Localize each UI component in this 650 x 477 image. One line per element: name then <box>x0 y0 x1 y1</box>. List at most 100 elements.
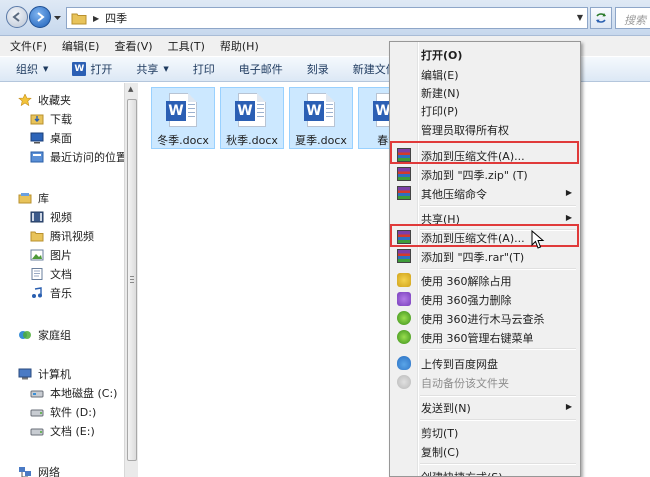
highlight-box <box>390 224 579 247</box>
menu-item-label: 使用 360管理右键菜单 <box>421 332 534 345</box>
360-shredder-icon <box>397 292 411 306</box>
menu-item-label: 打印(P) <box>421 105 459 118</box>
sidebar-item-recent[interactable]: 最近访问的位置 <box>0 148 124 166</box>
menu-item-label: 其他压缩命令 <box>421 188 487 201</box>
sidebar-item-videos[interactable]: 视频 <box>0 208 72 226</box>
share-button[interactable]: 共享 ▼ <box>136 61 168 77</box>
menu-item-open[interactable]: 打开(O) <box>392 44 578 64</box>
menu-item-360-force-delete[interactable]: 使用 360强力删除 <box>392 289 578 309</box>
sidebar-item-label: 本地磁盘 (C:) <box>50 387 118 400</box>
sidebar-item-tencent-video[interactable]: 腾讯视频 <box>0 227 94 245</box>
search-input[interactable]: 搜索 <box>615 7 650 29</box>
open-label: 打开 <box>90 63 113 76</box>
picture-icon <box>30 249 44 261</box>
360-security-icon <box>397 311 411 325</box>
menu-item-copy[interactable]: 复制(C) <box>392 441 578 461</box>
sidebar-item-downloads[interactable]: 下载 <box>0 110 72 128</box>
sidebar-computer[interactable]: 计算机 <box>0 365 71 383</box>
file-item[interactable]: W 夏季.docx <box>289 87 353 149</box>
arrow-left-icon <box>12 12 20 22</box>
sidebar-item-documents[interactable]: 文档 <box>0 265 72 283</box>
mouse-cursor-icon <box>531 230 545 249</box>
winrar-icon <box>397 249 411 263</box>
history-dropdown-icon[interactable] <box>53 13 62 22</box>
email-button[interactable]: 电子邮件 <box>239 61 283 77</box>
print-button[interactable]: 打印 <box>193 61 215 77</box>
menu-item-take-ownership[interactable]: 管理员取得所有权 <box>392 119 578 139</box>
menu-item-print[interactable]: 打印(P) <box>392 100 578 120</box>
download-folder-icon <box>30 113 44 125</box>
word-document-icon: W <box>304 93 335 127</box>
burn-button[interactable]: 刻录 <box>307 61 329 77</box>
sidebar-item-label: 桌面 <box>50 132 72 145</box>
360-unlock-icon <box>397 273 411 287</box>
sidebar-libraries-label: 库 <box>38 192 49 205</box>
breadcrumb-current[interactable]: 四季 <box>105 10 127 26</box>
menu-item-new[interactable]: 新建(N) <box>392 82 578 102</box>
menu-item-360-trojan-scan[interactable]: 使用 360进行木马云查杀 <box>392 308 578 328</box>
360-security-icon <box>397 330 411 344</box>
sidebar-item-drive-c[interactable]: 本地磁盘 (C:) <box>0 384 117 402</box>
sidebar-item-label: 软件 (D:) <box>50 406 97 419</box>
winrar-icon <box>397 167 411 181</box>
menu-item-360-unlock[interactable]: 使用 360解除占用 <box>392 270 578 290</box>
sidebar-libraries[interactable]: 库 <box>0 189 49 207</box>
computer-icon <box>18 368 32 380</box>
back-button[interactable] <box>6 6 28 28</box>
sidebar-item-drive-d[interactable]: 软件 (D:) <box>0 403 96 421</box>
menu-edit[interactable]: 编辑(E) <box>62 38 100 54</box>
sidebar-item-desktop[interactable]: 桌面 <box>0 129 72 147</box>
arrow-right-icon <box>37 12 45 22</box>
menu-item-create-shortcut[interactable]: 创建快捷方式(S) <box>392 466 578 476</box>
sidebar-item-label: 腾讯视频 <box>50 230 94 243</box>
menu-item-add-to-rar[interactable]: 添加到 "四季.rar"(T) <box>392 246 578 266</box>
menu-file[interactable]: 文件(F) <box>10 38 47 54</box>
submenu-arrow-icon: ▶ <box>565 402 572 411</box>
sidebar-item-drive-e[interactable]: 文档 (E:) <box>0 422 95 440</box>
backup-cloud-icon <box>397 375 411 389</box>
file-item[interactable]: W 冬季.docx <box>151 87 215 149</box>
document-icon <box>30 268 44 280</box>
sidebar-scrollbar[interactable]: ▲ <box>124 83 138 477</box>
refresh-button[interactable] <box>590 7 612 29</box>
menu-item-cut[interactable]: 剪切(T) <box>392 422 578 442</box>
sidebar-network[interactable]: 网络 <box>0 463 60 477</box>
menu-item-360-manage-menu[interactable]: 使用 360管理右键菜单 <box>392 327 578 347</box>
sidebar-favorites[interactable]: 收藏夹 <box>0 91 71 109</box>
forward-button[interactable] <box>29 6 51 28</box>
menu-item-send-to[interactable]: 发送到(N) ▶ <box>392 397 578 417</box>
sidebar-item-pictures[interactable]: 图片 <box>0 246 72 264</box>
sidebar-item-label: 音乐 <box>50 287 72 300</box>
homegroup-icon <box>18 329 32 341</box>
menu-item-label: 管理员取得所有权 <box>421 124 509 137</box>
open-button[interactable]: W 打开 <box>72 61 112 77</box>
sidebar-homegroup[interactable]: 家庭组 <box>0 326 71 344</box>
breadcrumb-separator-icon[interactable]: ▶ <box>93 14 99 23</box>
submenu-arrow-icon: ▶ <box>565 188 572 197</box>
menu-item-label: 复制(C) <box>421 446 460 459</box>
winrar-icon <box>397 186 411 200</box>
menu-view[interactable]: 查看(V) <box>114 38 152 54</box>
menu-item-label: 发送到(N) <box>421 402 471 415</box>
file-name: 秋季.docx <box>226 134 278 147</box>
menu-item-edit[interactable]: 编辑(E) <box>392 64 578 84</box>
address-dropdown-icon[interactable]: ▼ <box>577 13 583 22</box>
menu-item-other-compress[interactable]: 其他压缩命令 ▶ <box>392 183 578 203</box>
file-item[interactable]: W 秋季.docx <box>220 87 284 149</box>
hard-drive-icon <box>30 406 44 418</box>
organize-button[interactable]: 组织 ▼ <box>16 61 48 77</box>
menu-item-upload-baidu[interactable]: 上传到百度网盘 <box>392 353 578 373</box>
menu-item-add-to-zip[interactable]: 添加到 "四季.zip" (T) <box>392 164 578 184</box>
word-document-icon: W <box>235 93 266 127</box>
hard-drive-icon <box>30 387 44 399</box>
context-menu: 打开(O) 编辑(E) 新建(N) 打印(P) 管理员取得所有权 添加到压缩文件… <box>389 41 581 477</box>
menu-help[interactable]: 帮助(H) <box>220 38 259 54</box>
word-document-icon: W <box>166 93 197 127</box>
scroll-up-icon[interactable]: ▲ <box>128 85 133 93</box>
address-box[interactable]: ▶ 四季 ▼ <box>66 7 588 29</box>
file-name: 夏季.docx <box>295 134 347 147</box>
sidebar-item-music[interactable]: 音乐 <box>0 284 72 302</box>
organize-label: 组织 <box>16 63 38 76</box>
menu-tools[interactable]: 工具(T) <box>168 38 205 54</box>
scrollbar-thumb[interactable] <box>127 99 137 461</box>
